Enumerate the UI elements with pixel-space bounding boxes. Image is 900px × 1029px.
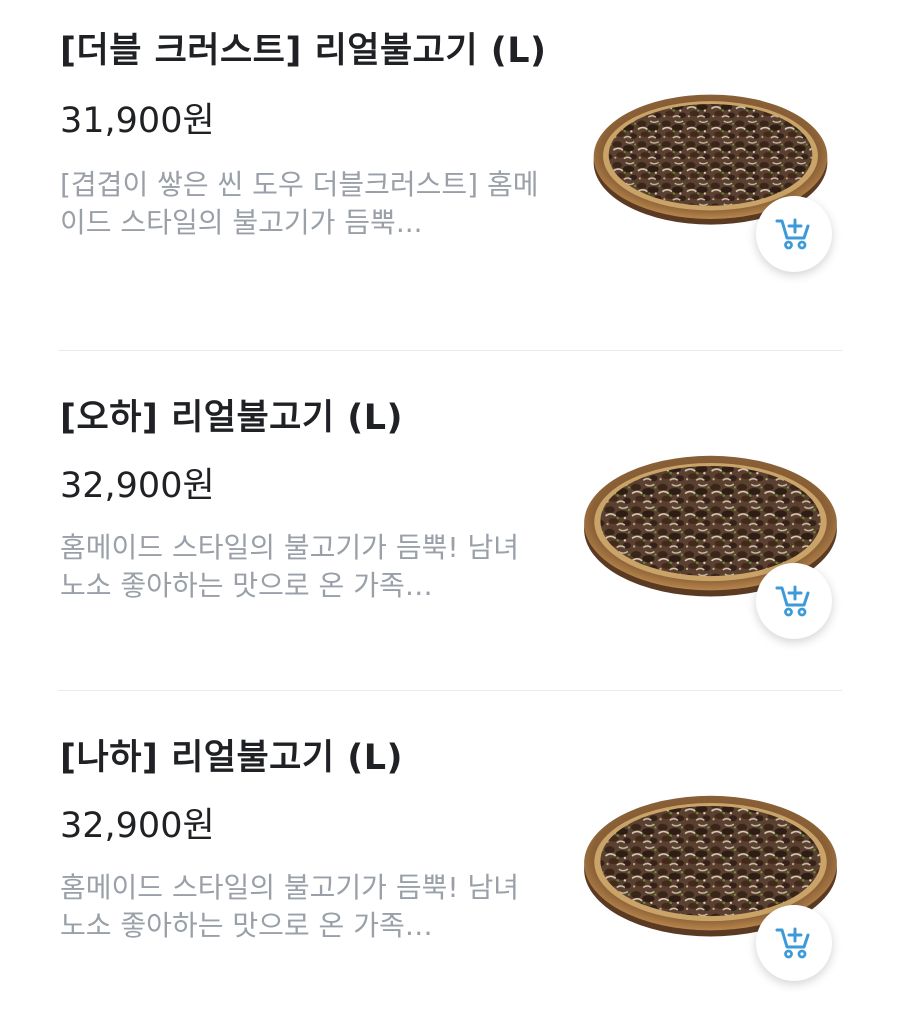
item-title: [나하] 리얼불고기 (L)	[60, 738, 404, 778]
item-price: 31,900원	[60, 101, 215, 141]
cart-plus-icon	[774, 214, 814, 254]
menu-item[interactable]: [더블 크러스트] 리얼불고기 (L) 31,900원 [겹겹이 쌓은 씬 도우…	[0, 0, 900, 350]
item-description: 홈메이드 스타일의 불고기가 듬뿍! 남녀노소 좋아하는 맛으로 온 가족…	[60, 871, 519, 942]
item-description: 홈메이드 스타일의 불고기가 듬뿍! 남녀노소 좋아하는 맛으로 온 가족…	[60, 531, 519, 602]
cart-plus-icon	[774, 923, 814, 963]
item-title: [더블 크러스트] 리얼불고기 (L)	[60, 31, 547, 71]
add-to-cart-button[interactable]	[756, 563, 832, 639]
item-price: 32,900원	[60, 806, 215, 846]
item-price: 32,900원	[60, 466, 215, 506]
add-to-cart-button[interactable]	[756, 905, 832, 981]
item-description: [겹겹이 쌓은 씬 도우 더블크러스트] 홈메이드 스타일의 불고기가 듬뿍..…	[60, 168, 539, 239]
add-to-cart-button[interactable]	[756, 196, 832, 272]
cart-plus-icon	[774, 581, 814, 621]
menu-item[interactable]: [오하] 리얼불고기 (L) 32,900원 홈메이드 스타일의 불고기가 듬뿍…	[0, 351, 900, 691]
item-title: [오하] 리얼불고기 (L)	[60, 398, 404, 438]
menu-item[interactable]: [나하] 리얼불고기 (L) 32,900원 홈메이드 스타일의 불고기가 듬뿍…	[0, 691, 900, 1029]
